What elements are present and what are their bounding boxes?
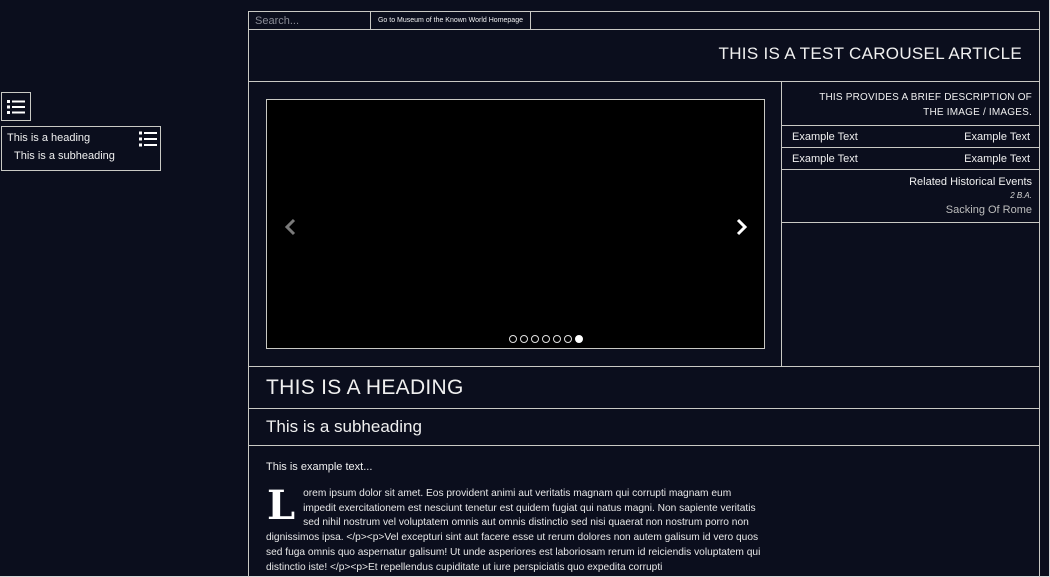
article-frame: Go to Museum of the Known World Homepage… xyxy=(248,11,1040,577)
carousel-dot[interactable] xyxy=(574,335,583,343)
section-subheading: This is a subheading xyxy=(266,417,422,436)
related-events: Related Historical Events 2 B.A. Sacking… xyxy=(782,171,1039,223)
carousel-section xyxy=(249,82,782,367)
related-event-date: 2 B.A. xyxy=(1010,191,1032,200)
info-sidebar: THIS PROVIDES A BRIEF DESCRIPTION OF THE… xyxy=(782,82,1039,367)
image-carousel[interactable] xyxy=(266,99,765,349)
info-row: Example Text Example Text xyxy=(782,126,1039,148)
carousel-dot[interactable] xyxy=(552,335,561,343)
search-input[interactable] xyxy=(249,12,371,29)
carousel-dot[interactable] xyxy=(541,335,550,343)
page-title: THIS IS A TEST CAROUSEL ARTICLE xyxy=(718,44,1022,63)
homepage-link[interactable]: Go to Museum of the Known World Homepage xyxy=(371,12,531,29)
carousel-dot[interactable] xyxy=(563,335,572,343)
intro-text: This is example text... xyxy=(266,461,373,473)
info-row: Example Text Example Text xyxy=(782,148,1039,170)
subheading-row: This is a subheading xyxy=(249,409,1039,446)
list-icon xyxy=(7,99,25,114)
chevron-right-icon[interactable] xyxy=(736,218,748,236)
article-body: This is example text... Lorem ipsum dolo… xyxy=(249,446,1039,577)
numbered-list-icon[interactable] xyxy=(139,131,157,147)
content-row: THIS PROVIDES A BRIEF DESCRIPTION OF THE… xyxy=(249,82,1039,367)
image-description: THIS PROVIDES A BRIEF DESCRIPTION OF THE… xyxy=(782,82,1039,126)
section-heading: THIS IS A HEADING xyxy=(266,376,464,399)
carousel-dot[interactable] xyxy=(508,335,517,343)
carousel-dot[interactable] xyxy=(530,335,539,343)
related-event-link[interactable]: Sacking Of Rome xyxy=(782,204,1032,216)
carousel-dot[interactable] xyxy=(519,335,528,343)
info-row-label: Example Text xyxy=(792,153,858,165)
toc-subheading-link[interactable]: This is a subheading xyxy=(14,150,115,162)
chevron-left-icon[interactable] xyxy=(284,218,296,236)
drop-cap: L xyxy=(267,482,296,529)
toc-heading-link[interactable]: This is a heading xyxy=(7,132,90,144)
related-events-heading: Related Historical Events xyxy=(909,176,1032,188)
article-text: orem ipsum dolor sit amet. Eos provident… xyxy=(266,488,761,573)
toc-panel: This is a heading This is a subheading xyxy=(1,126,161,171)
toc-toggle-button[interactable] xyxy=(1,92,31,121)
title-row: THIS IS A TEST CAROUSEL ARTICLE xyxy=(249,30,1039,82)
carousel-indicators xyxy=(267,335,764,343)
info-row-label: Example Text xyxy=(792,131,858,143)
heading-row: THIS IS A HEADING xyxy=(249,367,1039,409)
info-row-value: Example Text xyxy=(964,131,1030,143)
top-bar: Go to Museum of the Known World Homepage xyxy=(249,12,1039,30)
article-paragraph: Lorem ipsum dolor sit amet. Eos providen… xyxy=(266,482,762,575)
info-row-value: Example Text xyxy=(964,153,1030,165)
